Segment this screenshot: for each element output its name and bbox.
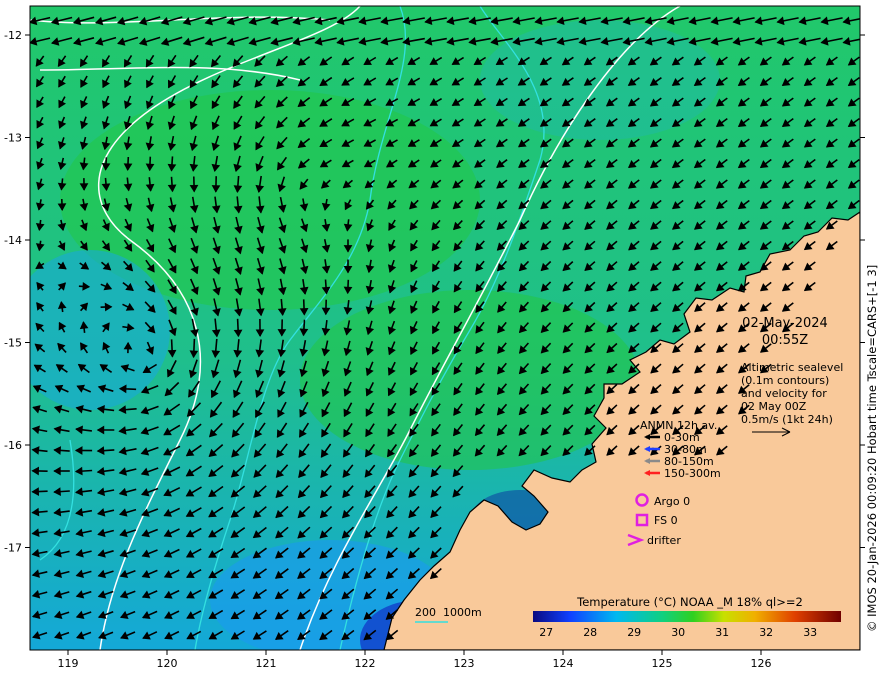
date-label: 02-May-2024 — [742, 316, 828, 331]
time-label: 00:55Z — [762, 333, 808, 348]
lat-tick-label: -14 — [4, 234, 22, 247]
lon-tick-label: 119 — [58, 657, 79, 670]
lon-tick-label: 125 — [652, 657, 673, 670]
lon-tick-label: 124 — [553, 657, 574, 670]
colorbar-tick-label: 28 — [583, 626, 597, 639]
lon-tick-label: 126 — [751, 657, 772, 670]
lat-tick-label: -17 — [4, 542, 22, 555]
colorbar-gradient — [533, 611, 841, 622]
colorbar-tick-label: 29 — [627, 626, 641, 639]
lon-tick-label: 122 — [355, 657, 376, 670]
depth-legend-label: 200 1000m — [415, 606, 482, 619]
side-credit: © IMOS 20-Jan-2026 00:09:20 Hobart time … — [865, 265, 879, 632]
platform-label: drifter — [647, 534, 681, 547]
colorbar-tick-label: 32 — [759, 626, 773, 639]
lon-tick-label: 121 — [256, 657, 277, 670]
lat-tick-label: -16 — [4, 439, 22, 452]
colorbar-tick-label: 33 — [803, 626, 817, 639]
note-line: and velocity for — [741, 387, 827, 400]
colorbar-tick-label: 31 — [715, 626, 729, 639]
platform-label: Argo 0 — [654, 495, 690, 508]
platform-label: FS 0 — [654, 514, 678, 527]
map-plot-area[interactable]: 200 1000m 02-May-2024 00:55Z Altimetric … — [10, 6, 865, 680]
lon-tick-label: 123 — [454, 657, 475, 670]
anmn-item-label: 150-300m — [664, 467, 721, 480]
lat-tick-label: -15 — [4, 337, 22, 350]
lon-tick-label: 120 — [157, 657, 178, 670]
lon-axis: 119 120 121 122 123 124 125 126 — [58, 650, 772, 670]
note-line: 0.5m/s (1kt 24h) — [741, 413, 833, 426]
note-line: 02 May 00Z — [741, 400, 807, 413]
lat-tick-label: -12 — [4, 29, 22, 42]
sst-map: 200 1000m 02-May-2024 00:55Z Altimetric … — [4, 5, 879, 680]
lat-tick-label: -13 — [4, 132, 22, 145]
colorbar-tick-label: 27 — [539, 626, 553, 639]
colorbar-title: Temperature (°C) NOAA _M 18% ql>=2 — [576, 595, 803, 609]
note-line: Altimetric sealevel — [741, 361, 843, 374]
colorbar-tick-label: 30 — [671, 626, 685, 639]
note-line: (0.1m contours) — [741, 374, 829, 387]
